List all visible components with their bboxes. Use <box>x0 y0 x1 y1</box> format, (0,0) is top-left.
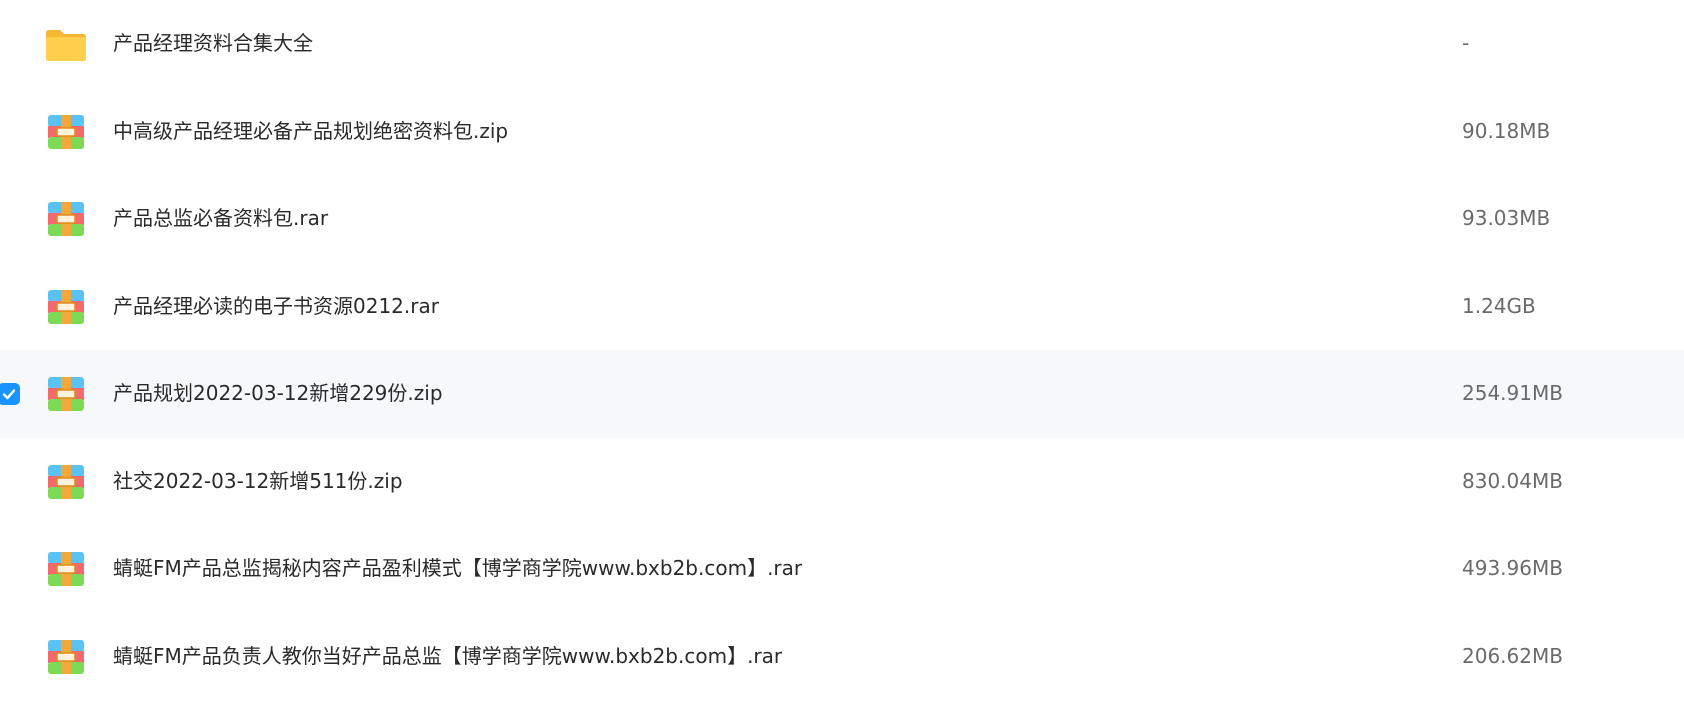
file-name[interactable]: 产品经理必读的电子书资源0212.rar <box>113 263 439 351</box>
checkmark-icon <box>2 389 16 400</box>
archive-icon <box>46 462 86 502</box>
file-name[interactable]: 蜻蜓FM产品负责人教你当好产品总监【博学商学院www.bxb2b.com】.ra… <box>113 613 782 701</box>
file-row[interactable]: 蜻蜓FM产品负责人教你当好产品总监【博学商学院www.bxb2b.com】.ra… <box>0 613 1684 701</box>
archive-icon <box>46 374 86 414</box>
file-name[interactable]: 社交2022-03-12新增511份.zip <box>113 438 403 526</box>
file-row[interactable]: 中高级产品经理必备产品规划绝密资料包.zip 90.18MB <box>0 88 1684 176</box>
file-size: 830.04MB <box>1462 468 1563 493</box>
archive-icon <box>46 199 86 239</box>
file-name[interactable]: 产品经理资料合集大全 <box>113 0 313 88</box>
file-row[interactable]: 蜻蜓FM产品总监揭秘内容产品盈利模式【博学商学院www.bxb2b.com】.r… <box>0 525 1684 613</box>
file-name[interactable]: 产品规划2022-03-12新增229份.zip <box>113 350 443 438</box>
file-row[interactable]: 产品总监必备资料包.rar 93.03MB <box>0 175 1684 263</box>
file-row[interactable]: 社交2022-03-12新增511份.zip 830.04MB <box>0 438 1684 526</box>
file-name[interactable]: 蜻蜓FM产品总监揭秘内容产品盈利模式【博学商学院www.bxb2b.com】.r… <box>113 525 802 613</box>
file-row[interactable]: 产品规划2022-03-12新增229份.zip 254.91MB <box>0 350 1684 438</box>
file-size: 493.96MB <box>1462 556 1563 580</box>
archive-icon <box>46 637 86 677</box>
folder-icon <box>46 24 86 64</box>
archive-icon <box>46 112 86 152</box>
file-size: - <box>1462 31 1470 55</box>
file-name[interactable]: 中高级产品经理必备产品规划绝密资料包.zip <box>113 88 508 176</box>
file-name[interactable]: 产品总监必备资料包.rar <box>113 175 328 263</box>
file-row[interactable]: 产品经理必读的电子书资源0212.rar 1.24GB <box>0 263 1684 351</box>
file-size: 1.24GB <box>1462 293 1536 318</box>
file-row[interactable]: 产品经理资料合集大全 - <box>0 0 1684 88</box>
archive-icon <box>46 549 86 589</box>
row-checkbox[interactable] <box>0 383 20 405</box>
file-size: 90.18MB <box>1462 118 1551 143</box>
file-list: 产品经理资料合集大全 - 中高级产品经理必备产品规划绝密资料包.zip 90.1… <box>0 0 1684 700</box>
file-size: 206.62MB <box>1462 643 1563 668</box>
file-size: 93.03MB <box>1462 206 1551 230</box>
archive-icon <box>46 287 86 327</box>
file-size: 254.91MB <box>1462 381 1563 405</box>
